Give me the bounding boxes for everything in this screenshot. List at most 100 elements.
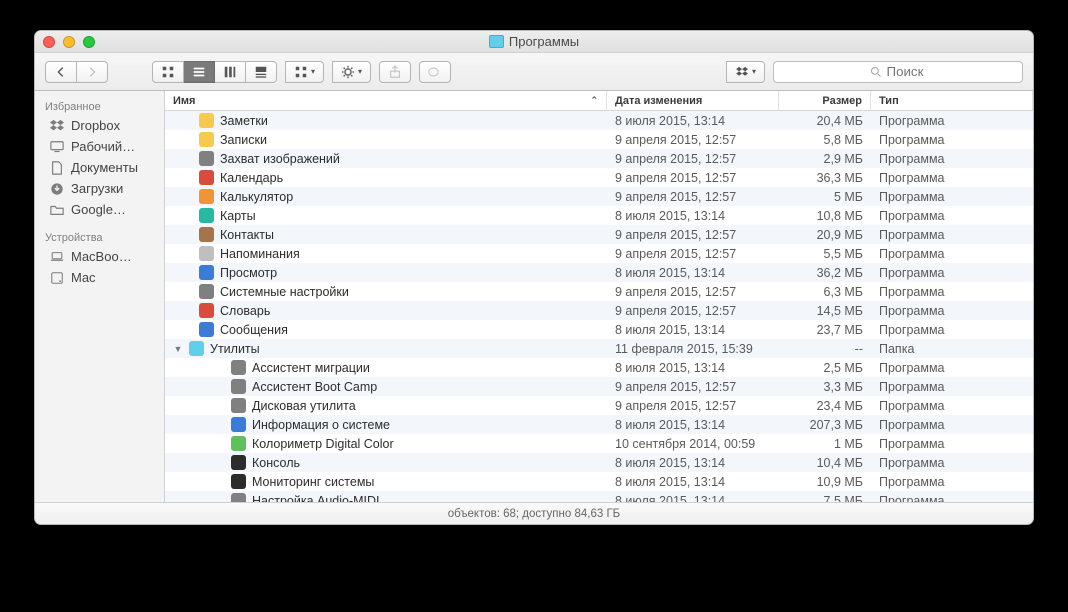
table-row[interactable]: Калькулятор9 апреля 2015, 12:575 МБПрогр… (165, 187, 1033, 206)
dropbox-toolbar-button[interactable]: ▾ (726, 61, 765, 83)
table-row[interactable]: Ассистент миграции8 июля 2015, 13:142,5 … (165, 358, 1033, 377)
column-view-button[interactable] (215, 61, 246, 83)
sidebar-item[interactable]: Загрузки (35, 178, 164, 199)
share-button[interactable] (379, 61, 411, 83)
row-size: 23,7 МБ (779, 323, 871, 337)
row-date: 9 апреля 2015, 12:57 (607, 152, 779, 166)
list-view-button[interactable] (184, 61, 215, 83)
row-name: Сообщения (220, 323, 288, 337)
row-name: Календарь (220, 171, 283, 185)
row-kind: Программа (871, 304, 1033, 318)
sidebar-item[interactable]: Dropbox (35, 115, 164, 136)
table-row[interactable]: Контакты9 апреля 2015, 12:5720,9 МБПрогр… (165, 225, 1033, 244)
row-name: Заметки (220, 114, 268, 128)
table-row[interactable]: Ассистент Boot Camp9 апреля 2015, 12:573… (165, 377, 1033, 396)
row-date: 8 июля 2015, 13:14 (607, 266, 779, 280)
row-size: 23,4 МБ (779, 399, 871, 413)
tags-button[interactable] (419, 61, 451, 83)
table-row[interactable]: Словарь9 апреля 2015, 12:5714,5 МБПрогра… (165, 301, 1033, 320)
sort-ascending-icon: ⌃ (590, 95, 598, 106)
table-row[interactable]: Колориметр Digital Color10 сентября 2014… (165, 434, 1033, 453)
table-row[interactable]: Системные настройки9 апреля 2015, 12:576… (165, 282, 1033, 301)
table-row[interactable]: Карты8 июля 2015, 13:1410,8 МБПрограмма (165, 206, 1033, 225)
table-row[interactable]: Дисковая утилита9 апреля 2015, 12:5723,4… (165, 396, 1033, 415)
row-kind: Программа (871, 133, 1033, 147)
sidebar-item[interactable]: Google… (35, 199, 164, 220)
window-title: Программы (509, 34, 579, 49)
row-size: 5,8 МБ (779, 133, 871, 147)
status-bar: объектов: 68; доступно 84,63 ГБ (35, 502, 1033, 524)
table-row[interactable]: Записки9 апреля 2015, 12:575,8 МБПрограм… (165, 130, 1033, 149)
row-date: 9 апреля 2015, 12:57 (607, 399, 779, 413)
column-header-size[interactable]: Размер (779, 91, 871, 110)
table-row[interactable]: Сообщения8 июля 2015, 13:1423,7 МБПрогра… (165, 320, 1033, 339)
sidebar-item-label: Рабочий… (71, 139, 135, 154)
app-icon (199, 284, 214, 299)
row-size: 7,5 МБ (779, 494, 871, 503)
sidebar-item[interactable]: Документы (35, 157, 164, 178)
table-row[interactable]: Календарь9 апреля 2015, 12:5736,3 МБПрог… (165, 168, 1033, 187)
row-name: Просмотр (220, 266, 277, 280)
app-icon (199, 189, 214, 204)
view-mode-buttons (152, 61, 277, 83)
row-name: Утилиты (210, 342, 260, 356)
table-row[interactable]: Консоль8 июля 2015, 13:1410,4 МБПрограмм… (165, 453, 1033, 472)
row-kind: Программа (871, 380, 1033, 394)
table-row[interactable]: Захват изображений9 апреля 2015, 12:572,… (165, 149, 1033, 168)
column-header-name[interactable]: Имя ⌃ (165, 91, 607, 110)
app-icon (199, 303, 214, 318)
row-kind: Программа (871, 475, 1033, 489)
app-icon (199, 227, 214, 242)
sidebar-item[interactable]: MacBoo… (35, 246, 164, 267)
row-size: 10,9 МБ (779, 475, 871, 489)
desktop-icon (49, 140, 65, 154)
applications-folder-icon (489, 35, 504, 48)
folder-icon (49, 203, 65, 217)
table-row[interactable]: Информация о системе8 июля 2015, 13:1420… (165, 415, 1033, 434)
row-date: 9 апреля 2015, 12:57 (607, 285, 779, 299)
app-icon (199, 151, 214, 166)
back-button[interactable] (45, 61, 77, 83)
arrange-button[interactable]: ▾ (285, 61, 324, 83)
row-name: Информация о системе (252, 418, 390, 432)
column-header-date[interactable]: Дата изменения (607, 91, 779, 110)
navigation-buttons (45, 61, 108, 83)
table-row[interactable]: ▼Утилиты11 февраля 2015, 15:39--Папка (165, 339, 1033, 358)
app-icon (199, 170, 214, 185)
sidebar-item[interactable]: Рабочий… (35, 136, 164, 157)
app-icon (199, 265, 214, 280)
row-kind: Программа (871, 152, 1033, 166)
disclosure-triangle-icon[interactable]: ▼ (173, 344, 183, 354)
column-header-kind[interactable]: Тип (871, 91, 1033, 110)
row-name: Захват изображений (220, 152, 340, 166)
icon-view-button[interactable] (152, 61, 184, 83)
row-name: Мониторинг системы (252, 475, 374, 489)
laptop-icon (49, 250, 65, 264)
table-row[interactable]: Настройка Audio-MIDI8 июля 2015, 13:147,… (165, 491, 1033, 502)
row-date: 8 июля 2015, 13:14 (607, 475, 779, 489)
app-icon (231, 455, 246, 470)
row-kind: Программа (871, 171, 1033, 185)
row-kind: Программа (871, 228, 1033, 242)
app-icon (199, 322, 214, 337)
app-icon (199, 208, 214, 223)
search-input[interactable] (887, 64, 927, 79)
row-date: 8 июля 2015, 13:14 (607, 456, 779, 470)
row-kind: Программа (871, 437, 1033, 451)
coverflow-view-button[interactable] (246, 61, 277, 83)
row-name: Системные настройки (220, 285, 349, 299)
row-name: Ассистент Boot Camp (252, 380, 377, 394)
row-date: 8 июля 2015, 13:14 (607, 418, 779, 432)
table-row[interactable]: Напоминания9 апреля 2015, 12:575,5 МБПро… (165, 244, 1033, 263)
sidebar-item-label: Загрузки (71, 181, 123, 196)
table-row[interactable]: Мониторинг системы 8 июля 2015, 13:1410,9… (165, 472, 1033, 491)
search-field[interactable] (773, 61, 1023, 83)
app-icon (199, 132, 214, 147)
forward-button[interactable] (77, 61, 108, 83)
app-icon (199, 113, 214, 128)
row-date: 8 июля 2015, 13:14 (607, 361, 779, 375)
table-row[interactable]: Заметки8 июля 2015, 13:1420,4 МБПрограмм… (165, 111, 1033, 130)
action-button[interactable]: ▾ (332, 61, 371, 83)
table-row[interactable]: Просмотр8 июля 2015, 13:1436,2 МБПрограм… (165, 263, 1033, 282)
sidebar-item[interactable]: Mac (35, 267, 164, 288)
